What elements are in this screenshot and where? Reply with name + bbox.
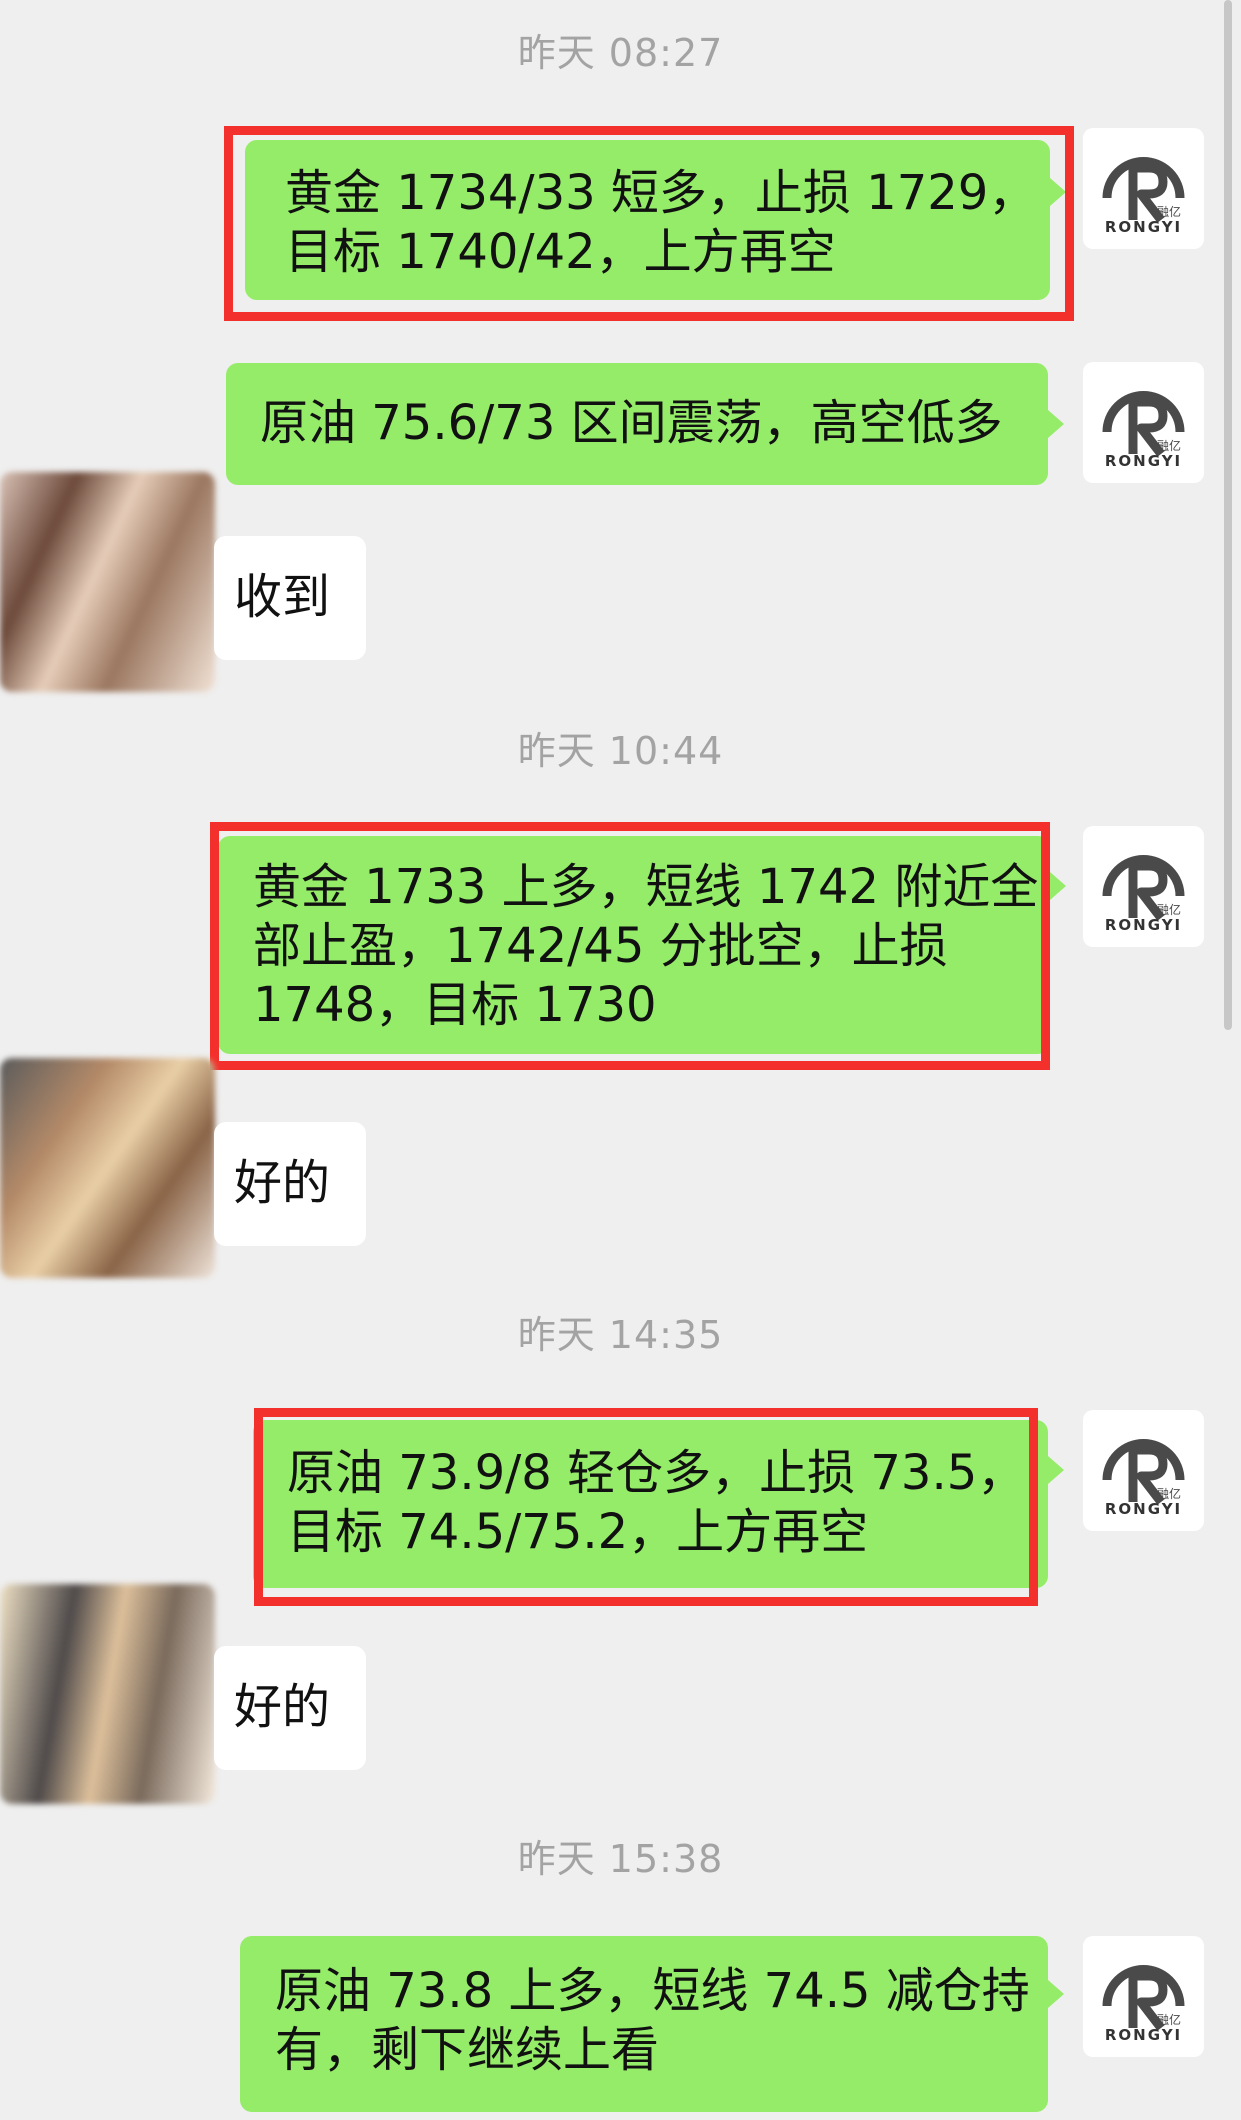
message-text: 好的 xyxy=(234,1679,331,1735)
svg-text:RONGYI: RONGYI xyxy=(1105,218,1182,236)
timestamp: 昨天 15:38 xyxy=(517,1837,724,1881)
message-text: 原油 75.6/73 区间震荡，高空低多 xyxy=(260,395,1003,451)
svg-text:RONGYI: RONGYI xyxy=(1105,916,1182,934)
rongyi-logo-icon[interactable]: 融亿 RONGYI xyxy=(1083,1410,1204,1531)
svg-text:融亿: 融亿 xyxy=(1157,204,1181,219)
rongyi-logo-icon[interactable]: 融亿 RONGYI xyxy=(1083,128,1204,249)
svg-text:融亿: 融亿 xyxy=(1157,2012,1181,2027)
message-bubble-outgoing[interactable]: 黄金 1733 上多，短线 1742 附近全 部止盈，1742/45 分批空，止… xyxy=(218,836,1050,1054)
rongyi-logo-icon[interactable]: 融亿 RONGYI xyxy=(1083,362,1204,483)
svg-text:RONGYI: RONGYI xyxy=(1105,452,1182,470)
message-text: 目标 1740/42，上方再空 xyxy=(285,224,836,280)
message-bubble-incoming[interactable]: 好的 xyxy=(214,1646,366,1770)
message-text: 好的 xyxy=(234,1155,331,1211)
message-text: 原油 73.8 上多，短线 74.5 减仓持 xyxy=(275,1963,1030,2019)
rongyi-logo-icon[interactable]: 融亿 RONGYI xyxy=(1083,826,1204,947)
bubble-tail xyxy=(1050,178,1066,206)
user-avatar[interactable] xyxy=(0,1584,215,1804)
svg-text:融亿: 融亿 xyxy=(1157,1486,1181,1501)
message-bubble-outgoing[interactable]: 原油 75.6/73 区间震荡，高空低多 xyxy=(226,363,1048,485)
bubble-tail xyxy=(1048,1456,1064,1484)
message-text: 部止盈，1742/45 分批空，止损 xyxy=(253,918,948,974)
bubble-tail xyxy=(1048,1980,1064,2008)
timestamp: 昨天 14:35 xyxy=(517,1313,724,1357)
message-text: 有，剩下继续上看 xyxy=(275,2022,660,2078)
message-bubble-incoming[interactable]: 收到 xyxy=(214,536,366,660)
timestamp: 昨天 08:27 xyxy=(517,31,724,75)
user-avatar[interactable] xyxy=(0,1058,215,1278)
bubble-tail xyxy=(1048,410,1064,438)
message-bubble-outgoing[interactable]: 原油 73.8 上多，短线 74.5 减仓持 有，剩下继续上看 xyxy=(240,1936,1048,2112)
message-bubble-incoming[interactable]: 好的 xyxy=(214,1122,366,1246)
message-text: 黄金 1733 上多，短线 1742 附近全 xyxy=(253,859,1039,915)
message-text: 原油 73.9/8 轻仓多，止损 73.5， xyxy=(287,1445,1026,1501)
bubble-tail xyxy=(1050,872,1066,900)
user-avatar[interactable] xyxy=(0,472,215,692)
message-text: 黄金 1734/33 短多，止损 1729， xyxy=(285,165,1037,221)
timestamp: 昨天 10:44 xyxy=(517,729,724,773)
svg-text:融亿: 融亿 xyxy=(1157,438,1181,453)
svg-text:RONGYI: RONGYI xyxy=(1105,1500,1182,1518)
message-bubble-outgoing[interactable]: 黄金 1734/33 短多，止损 1729， 目标 1740/42，上方再空 xyxy=(245,140,1050,300)
rongyi-logo-icon[interactable]: 融亿 RONGYI xyxy=(1083,1936,1204,2057)
message-bubble-outgoing[interactable]: 原油 73.9/8 轻仓多，止损 73.5， 目标 74.5/75.2，上方再空 xyxy=(253,1420,1048,1588)
message-text: 1748，目标 1730 xyxy=(253,977,657,1033)
svg-text:RONGYI: RONGYI xyxy=(1105,2026,1182,2044)
message-text: 收到 xyxy=(234,569,331,625)
svg-text:融亿: 融亿 xyxy=(1157,902,1181,917)
scrollbar[interactable] xyxy=(1224,0,1232,1030)
message-text: 目标 74.5/75.2，上方再空 xyxy=(287,1504,869,1560)
